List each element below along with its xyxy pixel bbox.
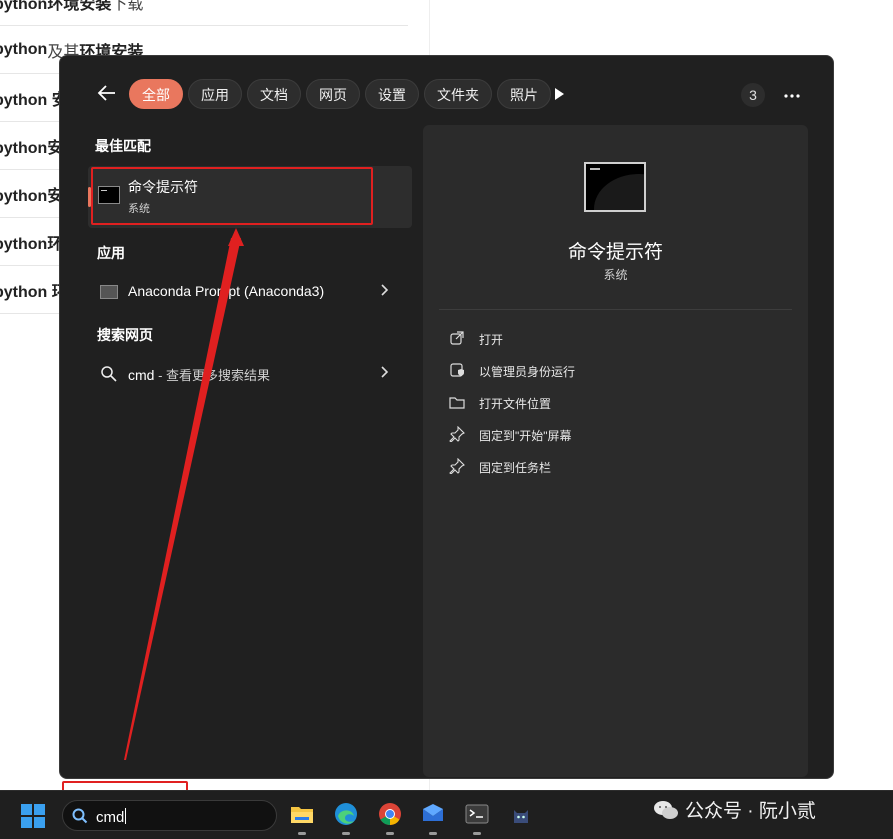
- search-query: cmd: [96, 808, 127, 826]
- windows-start-icon[interactable]: [21, 804, 45, 828]
- annotation-arrow: [124, 228, 244, 760]
- wechat-icon: [654, 800, 678, 819]
- taskbar-search-input[interactable]: cmd: [62, 800, 277, 831]
- search-icon: [71, 807, 89, 825]
- watermark: 公众号 · 阮小贰: [653, 796, 816, 823]
- blue-app-icon[interactable]: [420, 801, 446, 835]
- running-indicator: [298, 832, 306, 835]
- running-indicator: [429, 832, 437, 835]
- running-indicator: [342, 832, 350, 835]
- terminal-icon[interactable]: [464, 801, 490, 835]
- file-explorer-icon[interactable]: [289, 801, 315, 835]
- text-caret: [125, 808, 127, 824]
- running-indicator: [473, 832, 481, 835]
- taskbar: cmd 公众号 · 阮小贰: [0, 790, 893, 839]
- running-indicator: [386, 832, 394, 835]
- cat-app-icon[interactable]: [508, 801, 534, 827]
- chrome-icon[interactable]: [377, 801, 403, 835]
- edge-icon[interactable]: [333, 801, 359, 835]
